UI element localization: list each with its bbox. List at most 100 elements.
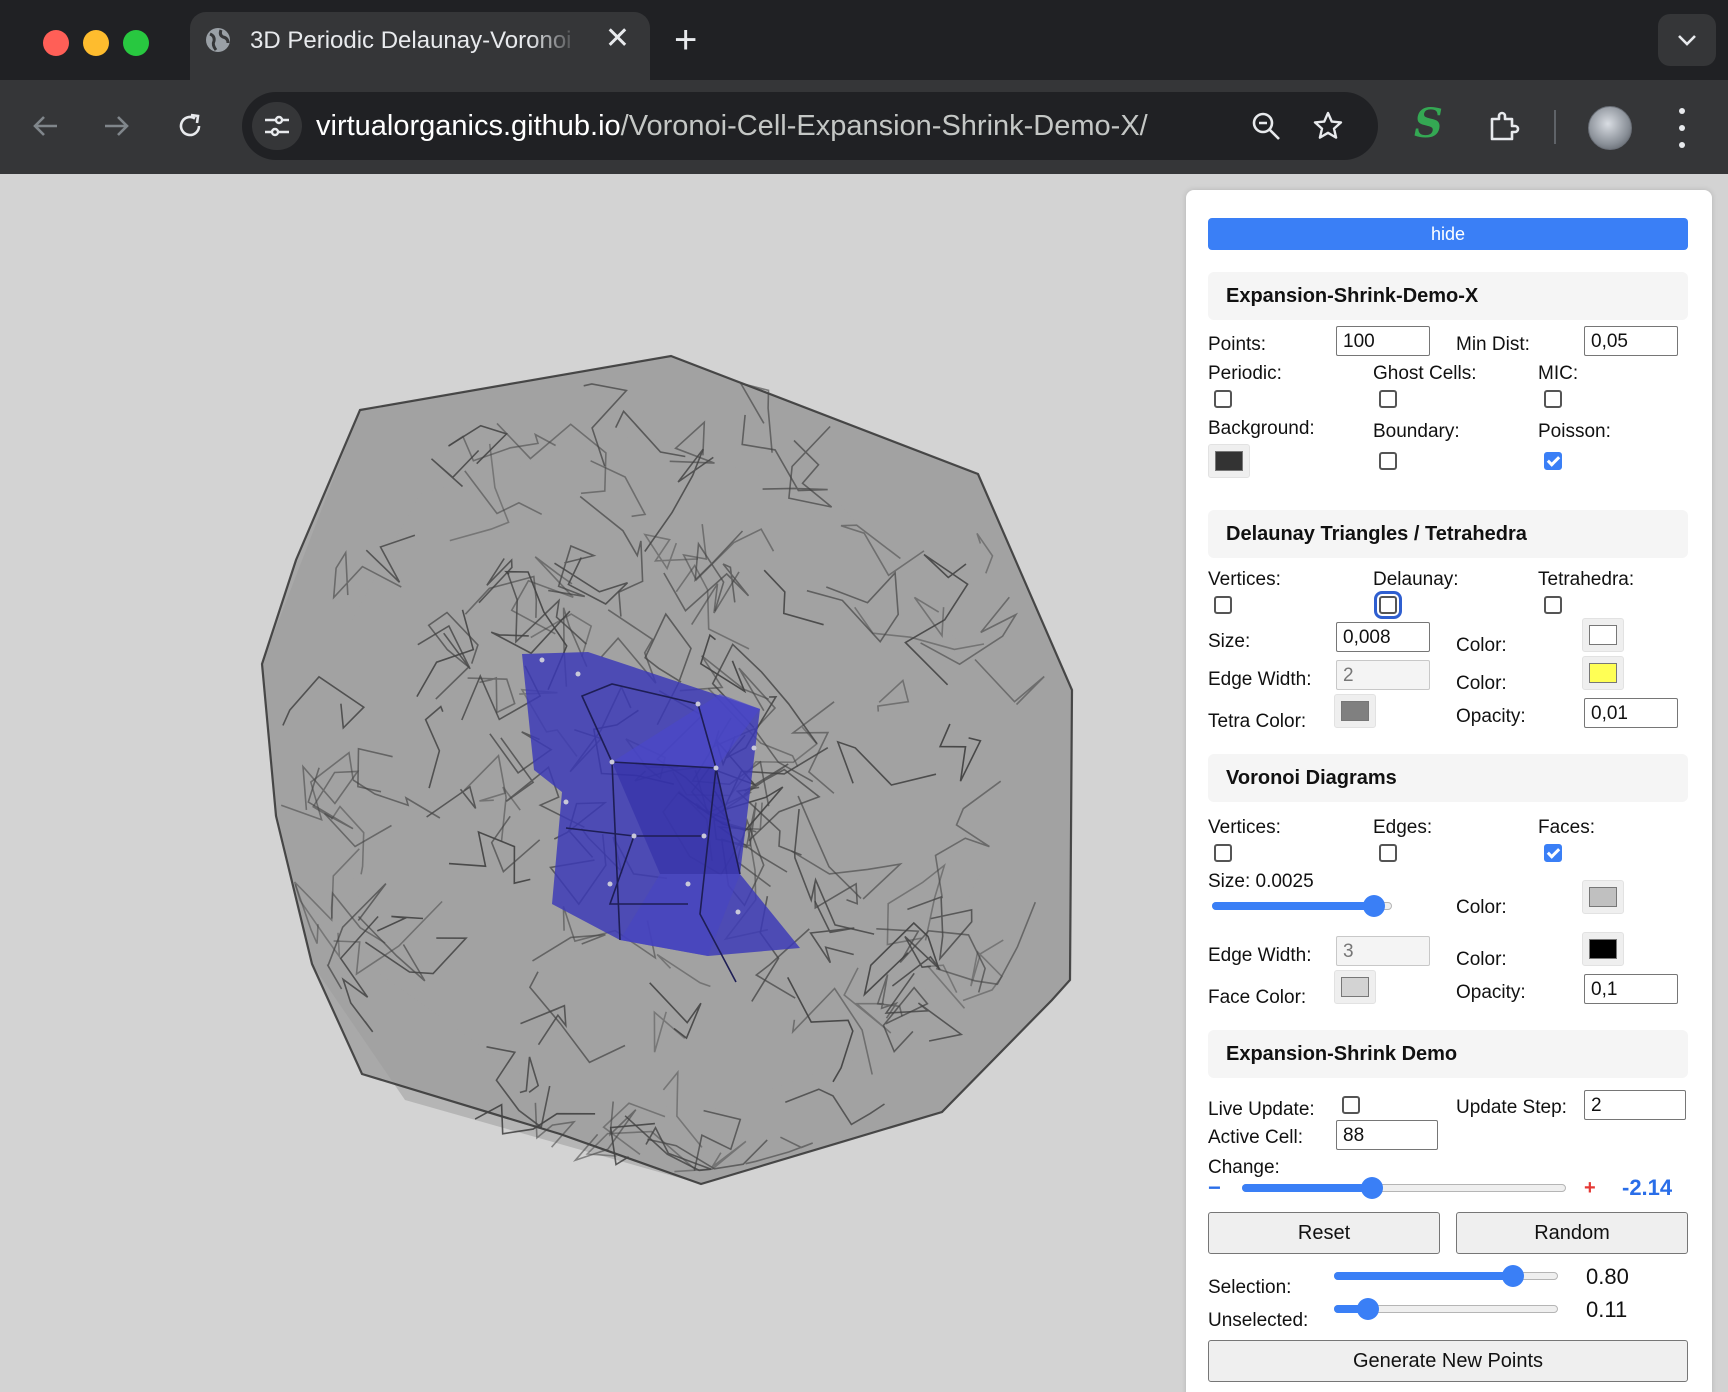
section-header-general: Expansion-Shrink-Demo-X — [1208, 272, 1688, 320]
globe-icon — [206, 28, 230, 52]
voronoi-edge-width-label: Edge Width: — [1208, 945, 1312, 966]
section-header-voronoi: Voronoi Diagrams — [1208, 754, 1688, 802]
tetra-color-label: Tetra Color: — [1208, 711, 1307, 732]
delaunay-vertices-label: Vertices: — [1208, 569, 1281, 590]
back-arrow-icon[interactable] — [24, 104, 68, 148]
delaunay-edge-width-label: Edge Width: — [1208, 669, 1312, 690]
delaunay-vertices-checkbox[interactable] — [1214, 596, 1232, 614]
periodic-checkbox[interactable] — [1214, 390, 1232, 408]
new-tab-plus-icon[interactable]: + — [674, 18, 697, 62]
extension-s-icon[interactable]: S — [1414, 102, 1443, 146]
ghost-cells-label: Ghost Cells: — [1373, 363, 1477, 384]
background-color-picker[interactable] — [1208, 444, 1250, 478]
points-label: Points: — [1208, 334, 1267, 355]
reset-button[interactable]: Reset — [1208, 1212, 1440, 1254]
zoom-icon[interactable] — [1248, 108, 1284, 144]
voronoi-faces-checkbox[interactable] — [1544, 844, 1562, 862]
tetra-opacity-label: Opacity: — [1456, 706, 1526, 727]
profile-avatar[interactable] — [1588, 106, 1632, 150]
ghost-cells-checkbox[interactable] — [1379, 390, 1397, 408]
live-update-label: Live Update: — [1208, 1099, 1315, 1120]
minimize-window-button[interactable] — [83, 30, 109, 56]
selection-opacity-slider[interactable] — [1334, 1264, 1558, 1288]
voronoi-size-label: Size: 0.0025 — [1208, 871, 1314, 892]
unselected-label: Unselected: — [1208, 1310, 1309, 1331]
tetrahedra-label: Tetrahedra: — [1538, 569, 1635, 590]
voronoi-vertex-color-picker[interactable] — [1582, 880, 1624, 914]
face-color-label: Face Color: — [1208, 987, 1307, 1008]
close-window-button[interactable] — [43, 30, 69, 56]
delaunay-edges-label: Delaunay: — [1373, 569, 1459, 590]
decrease-icon[interactable]: − — [1208, 1176, 1221, 1200]
random-button[interactable]: Random — [1456, 1212, 1688, 1254]
delaunay-edge-width-input[interactable]: 2 — [1336, 660, 1430, 690]
delaunay-size-label: Size: — [1208, 631, 1251, 652]
mic-label: MIC: — [1538, 363, 1579, 384]
voronoi-edge-width-input[interactable]: 3 — [1336, 936, 1430, 966]
reload-icon[interactable] — [168, 104, 212, 148]
mic-checkbox[interactable] — [1544, 390, 1562, 408]
background-label: Background: — [1208, 418, 1315, 439]
voronoi-edges-checkbox[interactable] — [1379, 844, 1397, 862]
hide-button[interactable]: hide — [1208, 218, 1688, 250]
tetra-color-picker[interactable] — [1334, 694, 1376, 728]
site-info-icon[interactable] — [252, 102, 302, 150]
delaunay-edge-color-label: Color: — [1456, 673, 1507, 694]
tab-strip: 3D Periodic Delaunay-Voronoi ✕ + — [0, 0, 1728, 80]
periodic-label: Periodic: — [1208, 363, 1282, 384]
poisson-label: Poisson: — [1538, 421, 1611, 442]
voronoi-opacity-input[interactable]: 0,1 — [1584, 974, 1678, 1004]
voronoi-vertices-checkbox[interactable] — [1214, 844, 1232, 862]
boundary-checkbox[interactable] — [1379, 452, 1397, 470]
control-panel: hide Expansion-Shrink-Demo-X Points: 100… — [1186, 190, 1712, 1392]
voronoi-opacity-label: Opacity: — [1456, 982, 1526, 1003]
min-dist-input[interactable]: 0,05 — [1584, 326, 1678, 356]
increase-icon[interactable]: + — [1584, 1176, 1596, 1200]
poisson-checkbox[interactable] — [1544, 452, 1562, 470]
delaunay-vertex-color-label: Color: — [1456, 635, 1507, 656]
selection-value: 0.80 — [1586, 1264, 1629, 1289]
voronoi-edge-color-label: Color: — [1456, 949, 1507, 970]
min-dist-label: Min Dist: — [1456, 334, 1530, 355]
tab-title: 3D Periodic Delaunay-Voronoi — [250, 27, 572, 54]
section-header-demo: Expansion-Shrink Demo — [1208, 1030, 1688, 1078]
tetrahedra-checkbox[interactable] — [1544, 596, 1562, 614]
tetra-opacity-input[interactable]: 0,01 — [1584, 698, 1678, 728]
toolbar-separator — [1554, 110, 1556, 144]
points-input[interactable]: 100 — [1336, 326, 1430, 356]
delaunay-edges-checkbox[interactable] — [1374, 591, 1402, 619]
forward-arrow-icon[interactable] — [94, 104, 138, 148]
tab-close-icon[interactable]: ✕ — [605, 24, 630, 54]
voronoi-edges-label: Edges: — [1373, 817, 1433, 838]
address-bar[interactable]: virtualorganics.github.io/Voronoi-Cell-E… — [242, 92, 1378, 160]
update-step-input[interactable]: 2 — [1584, 1090, 1686, 1120]
url-text: virtualorganics.github.io/Voronoi-Cell-E… — [316, 110, 1148, 142]
selection-label: Selection: — [1208, 1277, 1292, 1298]
change-slider[interactable] — [1242, 1176, 1566, 1200]
active-cell-input[interactable]: 88 — [1336, 1120, 1438, 1150]
page-viewport: hide Expansion-Shrink-Demo-X Points: 100… — [0, 174, 1728, 1392]
delaunay-edge-color-picker[interactable] — [1582, 656, 1624, 690]
voronoi-3d-canvas[interactable] — [0, 174, 1186, 1392]
active-tab[interactable]: 3D Periodic Delaunay-Voronoi ✕ — [190, 12, 650, 80]
delaunay-size-input[interactable]: 0,008 — [1336, 622, 1430, 652]
maximize-window-button[interactable] — [123, 30, 149, 56]
generate-new-points-button[interactable]: Generate New Points — [1208, 1340, 1688, 1382]
unselected-opacity-slider[interactable] — [1334, 1297, 1558, 1321]
browser-toolbar: virtualorganics.github.io/Voronoi-Cell-E… — [0, 80, 1728, 174]
voronoi-edge-color-picker[interactable] — [1582, 932, 1624, 966]
bookmark-star-icon[interactable] — [1310, 108, 1346, 144]
voronoi-size-slider[interactable] — [1212, 894, 1392, 918]
voronoi-faces-label: Faces: — [1538, 817, 1596, 838]
voronoi-vertices-label: Vertices: — [1208, 817, 1281, 838]
live-update-checkbox[interactable] — [1342, 1096, 1360, 1114]
tab-search-chevron-icon[interactable] — [1658, 14, 1716, 66]
boundary-label: Boundary: — [1373, 421, 1460, 442]
extensions-puzzle-icon[interactable] — [1482, 104, 1526, 148]
active-cell-label: Active Cell: — [1208, 1127, 1304, 1148]
unselected-value: 0.11 — [1586, 1297, 1628, 1322]
voronoi-vertex-color-label: Color: — [1456, 897, 1507, 918]
face-color-picker[interactable] — [1334, 970, 1376, 1004]
delaunay-vertex-color-picker[interactable] — [1582, 618, 1624, 652]
more-menu-icon[interactable] — [1672, 108, 1692, 148]
